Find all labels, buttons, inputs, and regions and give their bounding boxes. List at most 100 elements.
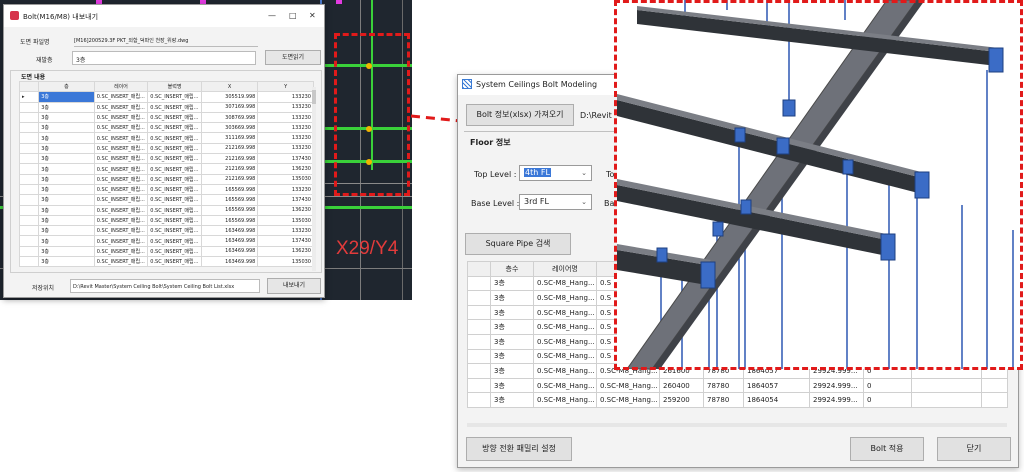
row-indicator[interactable]: [18, 132, 40, 144]
table-cell[interactable]: 0.SC-M8_Hang...: [533, 363, 597, 379]
table-row[interactable]: 3층 0.SC_INSERT_매립... 0.SC_INSERT_매립... 2121…: [18, 163, 314, 175]
table-cell[interactable]: 3층: [38, 132, 95, 144]
table-cell[interactable]: 0.SC_INSERT_매립...: [147, 214, 202, 227]
table-cell[interactable]: 3층: [38, 122, 95, 134]
row-indicator[interactable]: [467, 290, 491, 306]
table-row[interactable]: 3층 0.SC_INSERT_매립... 0.SC_INSERT_매립... 1655…: [18, 204, 314, 216]
table-cell[interactable]: [911, 392, 982, 408]
table-row[interactable]: 3층 0.SC_INSERT_매립... 0.SC_INSERT_매립... 3111…: [18, 132, 314, 144]
table-cell[interactable]: 0.SC_INSERT_매립...: [93, 214, 149, 227]
table-cell[interactable]: 0.SC-M8_Hang...: [533, 290, 597, 306]
row-indicator[interactable]: ▸: [18, 91, 40, 103]
row-indicator[interactable]: [18, 225, 40, 237]
table-cell[interactable]: 0.SC-M8_Hang...: [596, 392, 660, 408]
table-cell[interactable]: 0.SC_INSERT_매립...: [93, 153, 149, 165]
table-cell[interactable]: 0.SC_INSERT_매립...: [147, 163, 202, 175]
table-cell[interactable]: 0.SC_INSERT_매립...: [147, 111, 202, 124]
row-indicator[interactable]: [18, 173, 40, 185]
table-cell[interactable]: 136230: [257, 204, 314, 216]
table-cell[interactable]: 133230: [257, 225, 314, 237]
table-cell[interactable]: 0.SC-M8_Hang...: [533, 348, 597, 365]
table-cell[interactable]: 3층: [38, 142, 95, 155]
table-cell[interactable]: 0.SC_INSERT_매립...: [93, 204, 149, 216]
table-cell[interactable]: [911, 377, 982, 394]
table-cell[interactable]: 308769.998: [200, 111, 259, 124]
row-indicator[interactable]: [18, 204, 40, 216]
table-cell[interactable]: 0.SC_INSERT_매립...: [147, 91, 202, 103]
table-cell[interactable]: 3층: [38, 194, 95, 206]
table-cell[interactable]: 0.SC-M8_Hang...: [533, 333, 597, 350]
table-row[interactable]: ▸ 3층 0.SC_INSERT_매립... 0.SC_INSERT_매립... 305…: [18, 91, 314, 103]
table-cell[interactable]: 0.SC_INSERT_매립...: [93, 122, 149, 134]
table-cell[interactable]: 212169.998: [200, 163, 259, 175]
column-header[interactable]: 레이어명: [533, 261, 597, 277]
column-header[interactable]: 레이어: [93, 80, 149, 93]
table-cell[interactable]: 0.SC-M8_Hang...: [533, 304, 597, 321]
table-cell[interactable]: [981, 392, 1008, 408]
table-cell[interactable]: 3층: [38, 91, 95, 103]
table-cell[interactable]: 3층: [490, 304, 534, 321]
table-cell[interactable]: 3층: [38, 173, 95, 185]
table-row[interactable]: 3층 0.SC_INSERT_매립... 0.SC_INSERT_매립... 2121…: [18, 142, 314, 155]
row-indicator[interactable]: [18, 214, 40, 227]
table-cell[interactable]: 163469.998: [200, 256, 259, 268]
table-row[interactable]: 3층 0.SC_INSERT_매립... 0.SC_INSERT_매립... 1634…: [18, 235, 314, 247]
table-cell[interactable]: 165569.998: [200, 183, 259, 196]
table-cell[interactable]: 0.SC_INSERT_매립...: [147, 204, 202, 216]
table-cell[interactable]: 3층: [490, 333, 534, 350]
table-cell[interactable]: 165569.998: [200, 204, 259, 216]
row-indicator[interactable]: [467, 348, 491, 365]
table-cell[interactable]: 135030: [257, 214, 314, 227]
table-cell[interactable]: 135030: [257, 256, 314, 268]
table-row[interactable]: 3층 0.SC_INSERT_매립... 0.SC_INSERT_매립... 1634…: [18, 256, 314, 268]
table-cell[interactable]: 78780: [703, 392, 744, 408]
table-cell[interactable]: 3층: [490, 377, 534, 394]
table-cell[interactable]: 303669.998: [200, 122, 259, 134]
table-cell[interactable]: 212169.998: [200, 142, 259, 155]
table-cell[interactable]: 0.SC_INSERT_매립...: [93, 111, 149, 124]
window-titlebar[interactable]: Bolt(M16/M8) 내보내기 — □ ✕: [4, 5, 324, 27]
table-cell[interactable]: 259200: [659, 392, 704, 408]
table-cell[interactable]: 3층: [38, 183, 95, 196]
table-cell[interactable]: 307169.998: [200, 101, 259, 113]
row-indicator[interactable]: [467, 377, 491, 394]
table-cell[interactable]: 133230: [257, 111, 314, 124]
table-cell[interactable]: 0.SC-M8_Hang...: [596, 377, 660, 394]
table-cell[interactable]: 3층: [490, 363, 534, 379]
square-pipe-search-button[interactable]: Square Pipe 검색: [465, 233, 571, 255]
table-cell[interactable]: 0.SC_INSERT_매립...: [147, 142, 202, 155]
table-cell[interactable]: 133230: [257, 91, 314, 103]
table-row[interactable]: 3층 0.SC_INSERT_매립... 0.SC_INSERT_매립... 1634…: [18, 245, 314, 258]
import-xlsx-button[interactable]: Bolt 정보(xlsx) 가져오기: [466, 104, 574, 126]
table-cell[interactable]: 0.SC_INSERT_매립...: [93, 245, 149, 258]
table-cell[interactable]: 0.SC_INSERT_매립...: [93, 256, 149, 268]
close-icon[interactable]: ✕: [309, 11, 316, 20]
table-cell[interactable]: 0.SC_INSERT_매립...: [147, 183, 202, 196]
table-cell[interactable]: 78780: [703, 377, 744, 394]
open-drawing-button[interactable]: 도면읽기: [265, 50, 321, 65]
row-indicator[interactable]: [467, 319, 491, 335]
table-row[interactable]: 3층 0.SC_INSERT_매립... 0.SC_INSERT_매립... 2121…: [18, 153, 314, 165]
table-cell[interactable]: 260400: [659, 377, 704, 394]
export-button[interactable]: 내보내기: [267, 278, 321, 294]
table-cell[interactable]: 0.SC_INSERT_매립...: [147, 173, 202, 185]
row-indicator[interactable]: [467, 333, 491, 350]
family-setting-button[interactable]: 방향 전환 패밀리 설정: [466, 437, 572, 461]
table-cell[interactable]: 212169.998: [200, 173, 259, 185]
row-indicator[interactable]: [467, 304, 491, 321]
table-cell[interactable]: 0.SC-M8_Hang...: [533, 377, 597, 394]
save-path-input[interactable]: D:\Revit Master\System Ceiling Bolt\Syst…: [70, 279, 260, 293]
table-cell[interactable]: 0.SC_INSERT_매립...: [93, 235, 149, 247]
table-cell[interactable]: 0.SC_INSERT_매립...: [147, 245, 202, 258]
table-scrollbar[interactable]: [312, 87, 316, 271]
base-level-dropdown[interactable]: 3rd FL ⌄: [519, 194, 592, 210]
close-button[interactable]: 닫기: [937, 437, 1011, 461]
table-cell[interactable]: 165569.998: [200, 214, 259, 227]
table-cell[interactable]: 0.SC_INSERT_매립...: [93, 163, 149, 175]
row-indicator[interactable]: [467, 275, 491, 292]
minimize-icon[interactable]: —: [268, 11, 276, 20]
table-cell[interactable]: 305519.998: [200, 91, 259, 103]
table-cell[interactable]: 3층: [38, 256, 95, 268]
table-row[interactable]: 3층 0.SC-M8_Hang... 0.SC-M8_Hang... 259200 78…: [467, 392, 1008, 408]
table-cell[interactable]: 3층: [38, 214, 95, 227]
